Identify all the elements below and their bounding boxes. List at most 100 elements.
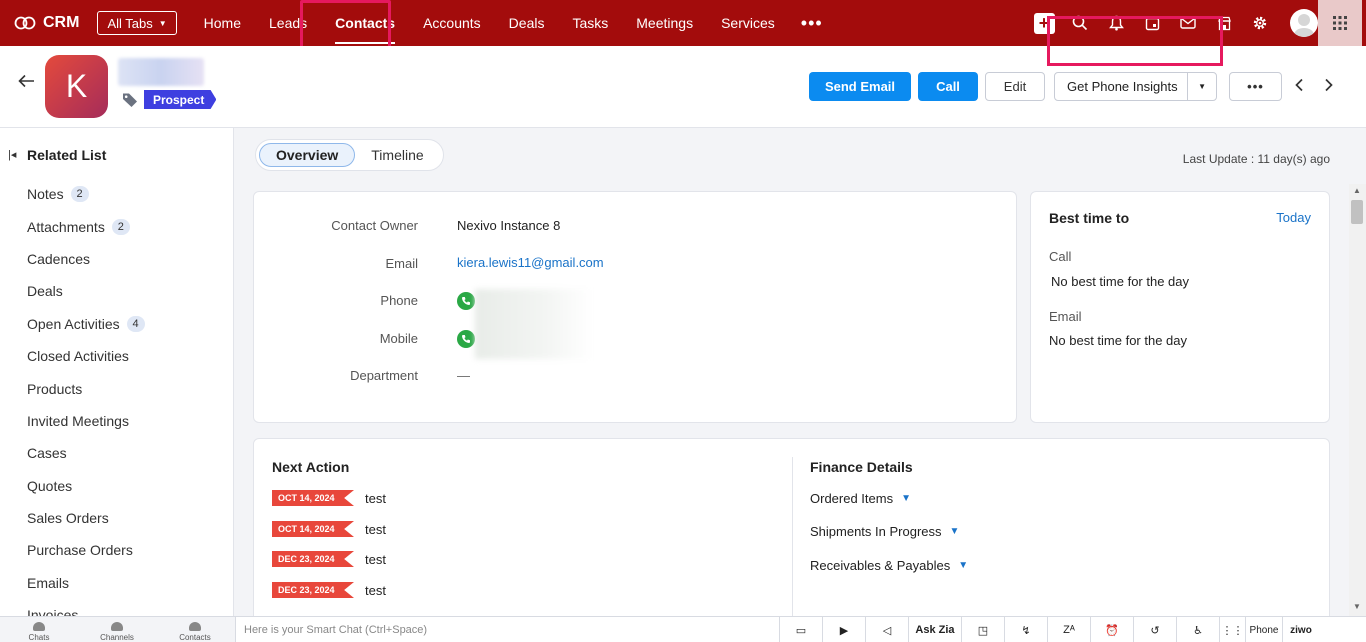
tag-icon[interactable] [122, 92, 140, 111]
tab-services[interactable]: Services [707, 0, 789, 46]
phone-call-icon[interactable] [457, 292, 475, 310]
scroll-down-icon[interactable]: ▼ [1353, 602, 1361, 611]
contacts-icon [189, 622, 201, 631]
smart-chat-input[interactable]: Here is your Smart Chat (Ctrl+Space) [244, 624, 427, 636]
record-avatar[interactable]: K [45, 55, 108, 118]
get-phone-insights-button[interactable]: Get Phone Insights ▼ [1054, 72, 1217, 101]
sidebar-item-invoices[interactable]: Invoices [27, 599, 145, 616]
date-badge: OCT 14, 2024 [272, 490, 354, 506]
sidebar-item-notes[interactable]: Notes 2 [27, 178, 145, 210]
next-action-text: test [365, 582, 386, 598]
chevron-down-icon[interactable]: ▼ [1187, 73, 1216, 100]
apps-button[interactable] [1318, 0, 1362, 46]
settings-button[interactable] [1242, 0, 1278, 46]
tab-label: Meetings [636, 15, 694, 31]
phone-button[interactable]: Phone [1245, 617, 1282, 642]
department-value[interactable]: — [457, 368, 470, 383]
scroll-up-icon[interactable]: ▲ [1353, 186, 1361, 195]
sidebar-item-closed-activities[interactable]: Closed Activities [27, 340, 145, 372]
send-email-button[interactable]: Send Email [809, 72, 911, 101]
finance-receivables-payables[interactable]: Receivables & Payables ▼ [810, 558, 968, 573]
dialpad-icon[interactable]: ⋮⋮ [1219, 617, 1245, 642]
more-actions-button[interactable]: ••• [1229, 72, 1282, 101]
next-action-item[interactable]: DEC 23, 2024 test [272, 549, 386, 569]
channels-tab[interactable]: Channels [78, 617, 156, 642]
contacts-tab[interactable]: Contacts [156, 617, 234, 642]
next-action-item[interactable]: OCT 14, 2024 test [272, 488, 386, 508]
back-button[interactable] [18, 74, 36, 91]
chats-tab[interactable]: Chats [0, 617, 78, 642]
search-button[interactable] [1062, 0, 1098, 46]
ziwo-button[interactable]: ziwo [1282, 617, 1319, 642]
edit-button[interactable]: Edit [985, 72, 1045, 101]
next-action-item[interactable]: DEC 23, 2024 test [272, 580, 386, 600]
next-action-item[interactable]: OCT 14, 2024 test [272, 519, 386, 539]
tab-label: Contacts [335, 15, 396, 31]
call-button[interactable]: Call [918, 72, 978, 101]
best-time-email-value: No best time for the day [1049, 333, 1188, 348]
create-button[interactable]: + [1026, 0, 1062, 46]
tab-deals[interactable]: Deals [495, 0, 559, 46]
next-record-icon[interactable] [1324, 78, 1334, 97]
best-time-email-label: Email [1049, 309, 1082, 324]
page-scrollbar[interactable] [1349, 184, 1366, 616]
previous-record-icon[interactable] [1294, 78, 1304, 97]
megaphone-icon[interactable]: ◁ [865, 617, 908, 642]
sidebar-item-label: Cases [27, 445, 67, 462]
finance-ordered-items[interactable]: Ordered Items ▼ [810, 491, 911, 506]
tab-accounts[interactable]: Accounts [409, 0, 495, 46]
signal-icon[interactable]: ↯ [1004, 617, 1047, 642]
bottom-bar: Chats Channels Contacts Here is your Sma… [0, 616, 1366, 642]
tab-label: Deals [508, 15, 545, 31]
best-time-today-link[interactable]: Today [1276, 210, 1311, 225]
tab-leads[interactable]: Leads [255, 0, 321, 46]
sidebar-item-label: Deals [27, 283, 63, 300]
sidebar-item-deals[interactable]: Deals [27, 275, 145, 307]
ziwo-label: ziwo [1290, 624, 1312, 636]
zia-icon[interactable]: Zᴬ [1047, 617, 1090, 642]
email-value[interactable]: kiera.lewis11@gmail.com [457, 255, 604, 270]
scrollbar-thumb[interactable] [1351, 200, 1363, 224]
sidebar-item-quotes[interactable]: Quotes [27, 470, 145, 502]
sidebar-item-cadences[interactable]: Cadences [27, 243, 145, 275]
mail-button[interactable] [1170, 0, 1206, 46]
finance-shipments-in-progress[interactable]: Shipments In Progress ▼ [810, 524, 959, 539]
tab-overview[interactable]: Overview [259, 143, 356, 167]
alarm-icon[interactable]: ⏰ [1090, 617, 1133, 642]
gear-icon [1253, 16, 1267, 30]
analytics-icon[interactable]: ◳ [961, 617, 1004, 642]
sidebar-item-open-activities[interactable]: Open Activities 4 [27, 308, 145, 340]
tab-tasks[interactable]: Tasks [558, 0, 622, 46]
mobile-call-icon[interactable] [457, 330, 475, 348]
department-label: Department [350, 368, 418, 383]
tab-home[interactable]: Home [190, 0, 255, 46]
user-avatar[interactable] [1290, 9, 1318, 37]
marketplace-button[interactable] [1206, 0, 1242, 46]
sidebar-item-invited-meetings[interactable]: Invited Meetings [27, 405, 145, 437]
tab-meetings[interactable]: Meetings [622, 0, 707, 46]
screen-share-icon[interactable]: ▭ [779, 617, 822, 642]
history-icon[interactable]: ↺ [1133, 617, 1176, 642]
more-tabs-icon[interactable]: ••• [789, 0, 835, 46]
sidebar-item-products[interactable]: Products [27, 372, 145, 404]
all-tabs-dropdown[interactable]: All Tabs ▼ [97, 11, 177, 35]
contact-owner-value[interactable]: Nexivo Instance 8 [457, 218, 560, 233]
date-badge: OCT 14, 2024 [272, 521, 354, 537]
notifications-button[interactable] [1098, 0, 1134, 46]
caret-down-icon: ▼ [158, 18, 167, 28]
tab-contacts[interactable]: Contacts [321, 0, 409, 46]
accessibility-icon[interactable]: ♿ [1176, 617, 1219, 642]
sidebar-item-sales-orders[interactable]: Sales Orders [27, 502, 145, 534]
sidebar-item-emails[interactable]: Emails [27, 567, 145, 599]
calendar-button[interactable] [1134, 0, 1170, 46]
crm-logo[interactable]: CRM [14, 14, 79, 32]
collapse-sidebar-icon[interactable]: |◂ [8, 148, 16, 161]
sidebar-item-cases[interactable]: Cases [27, 437, 145, 469]
sidebar-item-purchase-orders[interactable]: Purchase Orders [27, 534, 145, 566]
ask-zia-button[interactable]: Ask Zia [908, 617, 961, 642]
video-icon[interactable]: ▶ [822, 617, 865, 642]
tab-timeline[interactable]: Timeline [355, 143, 439, 167]
brand-name: CRM [43, 14, 80, 31]
sidebar-item-attachments[interactable]: Attachments 2 [27, 210, 145, 242]
last-update-text: Last Update : 11 day(s) ago [1182, 152, 1330, 166]
